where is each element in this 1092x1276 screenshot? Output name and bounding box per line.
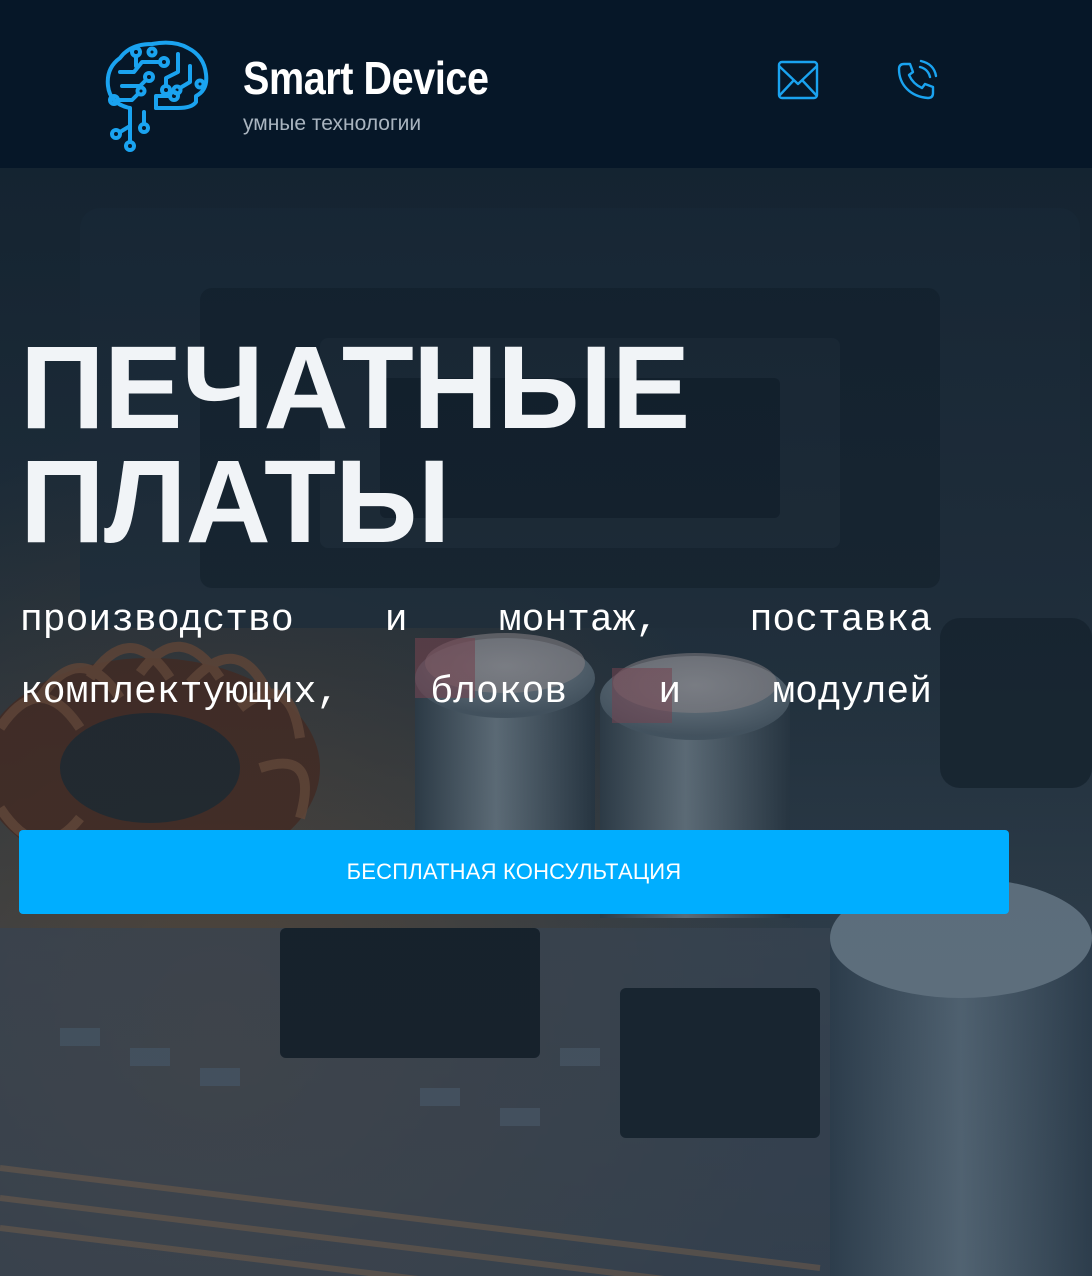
- hero-description-line: производство и монтаж, поставка: [20, 599, 932, 642]
- free-consultation-button[interactable]: БЕСПЛАТНАЯ КОНСУЛЬТАЦИЯ: [19, 830, 1009, 914]
- hero-description: производство и монтаж, поставка комплект…: [20, 585, 932, 729]
- brand-tagline: умные технологии: [243, 112, 422, 135]
- circuit-brain-icon: [105, 40, 209, 152]
- phone-icon: [897, 59, 938, 100]
- phone-button[interactable]: [895, 58, 939, 102]
- logo-link[interactable]: [100, 38, 214, 152]
- hero-title: ПЕЧАТНЫЕ ПЛАТЫ: [20, 322, 920, 568]
- mail-button[interactable]: [776, 58, 820, 102]
- site-header: Smart Device умные технологии: [0, 0, 1092, 168]
- hero-description-line: комплектующих, блоков и модулей: [20, 671, 932, 714]
- brand-name: Smart Device: [243, 52, 489, 104]
- hero-title-line: ПЛАТЫ: [20, 436, 451, 568]
- hero-title-line: ПЕЧАТНЫЕ: [20, 322, 690, 454]
- hero-section: ПЕЧАТНЫЕ ПЛАТЫ производство и монтаж, по…: [0, 168, 1092, 1276]
- mail-icon: [777, 60, 819, 100]
